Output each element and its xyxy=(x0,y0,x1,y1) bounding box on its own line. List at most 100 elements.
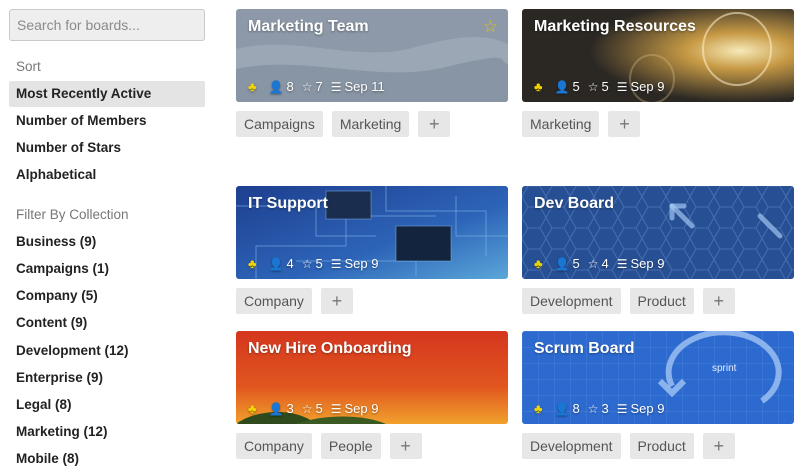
add-tag-button[interactable]: + xyxy=(389,433,422,459)
board-title: Dev Board xyxy=(534,195,615,212)
last-activity-date: Sep 9 xyxy=(630,79,665,94)
star-icon: ☆ xyxy=(301,256,313,271)
collection-marketing[interactable]: Marketing (12) xyxy=(9,419,205,445)
tag-marketing[interactable]: Marketing xyxy=(331,111,410,137)
sort-option-number-of-stars[interactable]: Number of Stars xyxy=(9,135,205,161)
activity-icon: ☰ xyxy=(616,79,628,94)
tag-people[interactable]: People xyxy=(320,433,381,459)
members-count: 8 xyxy=(286,79,294,94)
board-tags: Development Product + xyxy=(522,433,744,459)
last-activity-date: Sep 9 xyxy=(630,401,665,416)
star-icon: ☆ xyxy=(587,401,599,416)
activity-icon: ☰ xyxy=(330,401,342,416)
board-card-scrum-board[interactable]: sprint Scrum Board ♣ 👤 8 ☆ 3 ☰ Sep 9 xyxy=(522,331,794,424)
collection-mobile[interactable]: Mobile (8) xyxy=(9,446,205,468)
collection-development[interactable]: Development (12) xyxy=(9,338,205,364)
star-icon: ☆ xyxy=(301,401,313,416)
organization-icon: ♣ xyxy=(534,256,543,271)
organization-icon: ♣ xyxy=(534,401,543,416)
tag-product[interactable]: Product xyxy=(629,433,694,459)
members-icon: 👤 xyxy=(554,401,570,416)
sort-option-number-of-members[interactable]: Number of Members xyxy=(9,108,205,134)
members-count: 5 xyxy=(572,256,580,271)
tag-product[interactable]: Product xyxy=(629,288,694,314)
organization-icon: ♣ xyxy=(534,79,543,94)
tag-company[interactable]: Company xyxy=(236,288,312,314)
activity-icon: ☰ xyxy=(616,256,628,271)
board-title: New Hire Onboarding xyxy=(248,340,412,357)
star-icon: ☆ xyxy=(587,79,599,94)
members-count: 3 xyxy=(286,401,294,416)
members-count: 4 xyxy=(286,256,294,271)
last-activity-date: Sep 9 xyxy=(344,401,379,416)
members-icon: 👤 xyxy=(554,79,570,94)
collection-campaigns[interactable]: Campaigns (1) xyxy=(9,256,205,282)
board-tags: Marketing + xyxy=(522,111,649,137)
stars-count: 5 xyxy=(315,401,323,416)
board-card-new-hire-onboarding[interactable]: New Hire Onboarding ♣ 👤 3 ☆ 5 ☰ Sep 9 xyxy=(236,331,508,424)
members-count: 5 xyxy=(572,79,580,94)
board-title: Marketing Team xyxy=(248,18,369,35)
board-title: Scrum Board xyxy=(534,340,635,357)
activity-icon: ☰ xyxy=(330,79,342,94)
organization-icon: ♣ xyxy=(248,401,257,416)
organization-icon: ♣ xyxy=(248,79,257,94)
add-tag-button[interactable]: + xyxy=(608,111,641,137)
add-tag-button[interactable]: + xyxy=(320,288,353,314)
board-stats: ♣ 👤 8 ☆ 3 ☰ Sep 9 xyxy=(534,401,672,416)
board-stats: ♣ 👤 4 ☆ 5 ☰ Sep 9 xyxy=(248,256,386,271)
stars-count: 5 xyxy=(601,79,609,94)
board-card-marketing-team[interactable]: Marketing Team ☆ ♣ 👤 8 ☆ 7 ☰ Sep 11 xyxy=(236,9,508,102)
board-title: Marketing Resources xyxy=(534,18,696,35)
board-tags: Company + xyxy=(236,288,362,314)
tag-development[interactable]: Development xyxy=(522,288,621,314)
sort-label: Sort xyxy=(16,59,41,74)
board-card-dev-board[interactable]: Dev Board ♣ 👤 5 ☆ 4 ☰ Sep 9 xyxy=(522,186,794,279)
collection-legal[interactable]: Legal (8) xyxy=(9,392,205,418)
activity-icon: ☰ xyxy=(330,256,342,271)
stars-count: 5 xyxy=(315,256,323,271)
members-icon: 👤 xyxy=(554,256,570,271)
star-icon: ☆ xyxy=(587,256,599,271)
members-icon: 👤 xyxy=(268,401,284,416)
collection-business[interactable]: Business (9) xyxy=(9,229,205,255)
tag-company[interactable]: Company xyxy=(236,433,312,459)
board-stats: ♣ 👤 5 ☆ 4 ☰ Sep 9 xyxy=(534,256,672,271)
star-icon: ☆ xyxy=(301,79,313,94)
sort-option-alphabetical[interactable]: Alphabetical xyxy=(9,162,205,188)
board-stats: ♣ 👤 3 ☆ 5 ☰ Sep 9 xyxy=(248,401,386,416)
board-tags: Company People + xyxy=(236,433,431,459)
sidebar: Sort Most Recently Active Number of Memb… xyxy=(0,0,215,468)
board-stats: ♣ 👤 5 ☆ 5 ☰ Sep 9 xyxy=(534,79,672,94)
filter-label: Filter By Collection xyxy=(16,207,129,222)
tag-campaigns[interactable]: Campaigns xyxy=(236,111,323,137)
background-sprint-label: sprint xyxy=(712,363,737,374)
stars-count: 3 xyxy=(601,401,609,416)
members-count: 8 xyxy=(572,401,580,416)
board-card-marketing-resources[interactable]: Marketing Resources ♣ 👤 5 ☆ 5 ☰ Sep 9 xyxy=(522,9,794,102)
stars-count: 7 xyxy=(315,79,323,94)
board-tags: Campaigns Marketing + xyxy=(236,111,459,137)
sort-option-most-recently-active[interactable]: Most Recently Active xyxy=(9,81,205,107)
tag-marketing[interactable]: Marketing xyxy=(522,111,600,137)
last-activity-date: Sep 9 xyxy=(630,256,665,271)
stars-count: 4 xyxy=(601,256,609,271)
collection-content[interactable]: Content (9) xyxy=(9,310,205,336)
add-tag-button[interactable]: + xyxy=(418,111,451,137)
organization-icon: ♣ xyxy=(248,256,257,271)
board-title: IT Support xyxy=(248,195,328,212)
search-input[interactable] xyxy=(9,9,205,41)
add-tag-button[interactable]: + xyxy=(702,433,735,459)
star-filled-icon[interactable]: ☆ xyxy=(483,18,498,35)
collection-company[interactable]: Company (5) xyxy=(9,283,205,309)
members-icon: 👤 xyxy=(268,256,284,271)
board-card-it-support[interactable]: IT Support ♣ 👤 4 ☆ 5 ☰ Sep 9 xyxy=(236,186,508,279)
members-icon: 👤 xyxy=(268,79,284,94)
collection-enterprise[interactable]: Enterprise (9) xyxy=(9,365,205,391)
add-tag-button[interactable]: + xyxy=(702,288,735,314)
tag-development[interactable]: Development xyxy=(522,433,621,459)
last-activity-date: Sep 9 xyxy=(344,256,379,271)
board-tags: Development Product + xyxy=(522,288,744,314)
activity-icon: ☰ xyxy=(616,401,628,416)
board-stats: ♣ 👤 8 ☆ 7 ☰ Sep 11 xyxy=(248,79,393,94)
